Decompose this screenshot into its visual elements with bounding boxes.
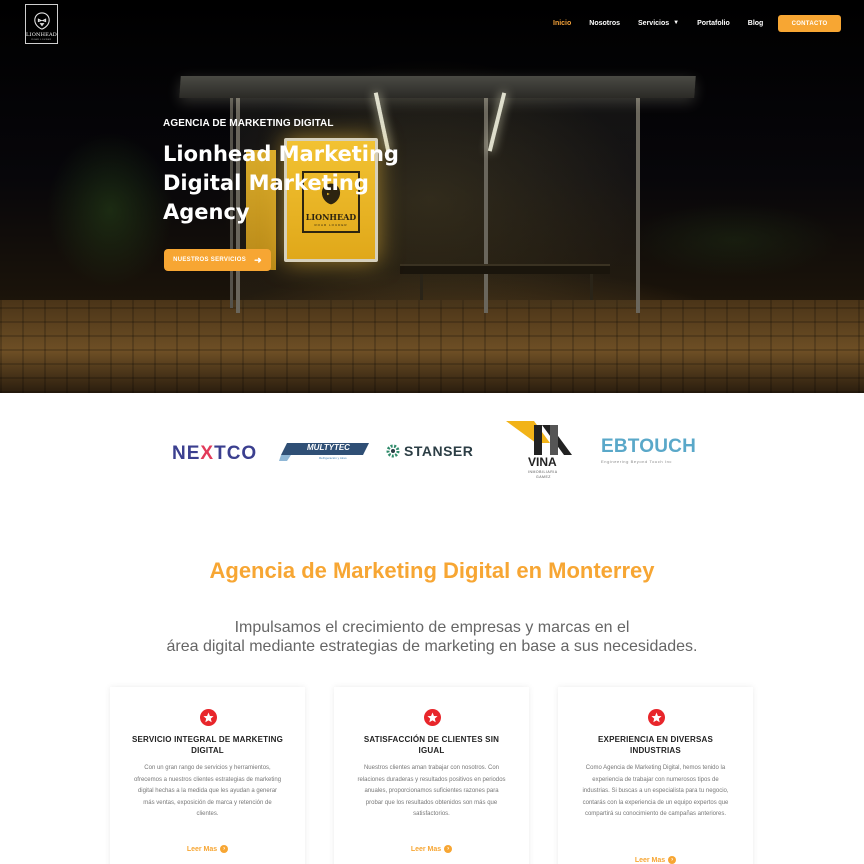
feature-card-experiencia: EXPERIENCIA EN DIVERSAS INDUSTRIAS Como … bbox=[558, 687, 753, 864]
intro-subtitle-line: área digital mediante estrategias de mar… bbox=[166, 638, 698, 655]
nav-item-label: Portafolio bbox=[697, 19, 730, 27]
ebtouch-tagline: Engineering Beyond Touch Inc bbox=[601, 459, 672, 464]
vina-text: VINA bbox=[528, 455, 557, 469]
site-logo[interactable]: LIONHEAD ROAR LOUDER bbox=[25, 4, 58, 44]
main-nav: Inicio Nosotros Servicios ▼ Portafolio Bl… bbox=[553, 17, 781, 29]
card-text: Como Agencia de Marketing Digital, hemos… bbox=[582, 765, 729, 817]
nextco-x: X bbox=[200, 443, 215, 464]
hero-kicker: AGENCIA DE MARKETING DIGITAL bbox=[163, 118, 334, 129]
read-more-label: Leer Mas bbox=[634, 856, 666, 864]
nav-item-portafolio[interactable]: Portafolio bbox=[697, 17, 730, 29]
read-more-link[interactable]: Leer Mas › bbox=[558, 856, 753, 864]
contact-button[interactable]: CONTACTO bbox=[778, 15, 841, 32]
nextco-text: TCO bbox=[214, 443, 258, 464]
card-text: Nuestros clientes aman trabajar con noso… bbox=[357, 765, 506, 817]
card-title: SATISFACCIÓN DE CLIENTES SIN IGUAL bbox=[363, 735, 500, 755]
card-text: Con un gran rango de servicios y herrami… bbox=[133, 765, 282, 817]
nav-item-inicio[interactable]: Inicio bbox=[553, 17, 571, 29]
bus-shelter-post bbox=[484, 98, 488, 313]
nav-item-label: Inicio bbox=[553, 19, 572, 27]
multytec-text: MULTYTEC bbox=[307, 443, 350, 452]
arrow-right-icon: › bbox=[220, 845, 229, 853]
hero-section: LIONHEAD ROAR LOUDER bbox=[0, 0, 864, 393]
bus-shelter-bench bbox=[400, 264, 610, 274]
hero-title: Lionhead Marketing Digital Marketing Age… bbox=[163, 142, 399, 224]
gear-icon bbox=[386, 444, 400, 458]
ebtouch-text: EBTOUCH bbox=[601, 436, 696, 457]
hero-pavement bbox=[0, 300, 864, 393]
read-more-link[interactable]: Leer Mas › bbox=[110, 845, 305, 853]
multytec-tagline: Refrigeración y Aires bbox=[319, 456, 347, 460]
intro-subtitle-line: Impulsamos el crecimiento de empresas y … bbox=[234, 619, 630, 636]
read-more-label: Leer Mas bbox=[410, 845, 442, 853]
client-logo-multytec: MULTYTEC Refrigeración y Aires bbox=[279, 441, 369, 463]
client-logo-stanser: STANSER bbox=[385, 443, 473, 459]
logo-subtext: ROAR LOUDER bbox=[31, 39, 52, 41]
nav-item-servicios[interactable]: Servicios ▼ bbox=[638, 17, 679, 29]
arrow-right-icon: › bbox=[668, 856, 677, 864]
nextco-text: NE bbox=[172, 443, 201, 464]
chevron-down-icon: ▼ bbox=[673, 20, 680, 26]
bench-leg bbox=[420, 274, 423, 300]
nav-item-blog[interactable]: Blog bbox=[748, 17, 764, 29]
feature-card-satisfaccion: SATISFACCIÓN DE CLIENTES SIN IGUAL Nuest… bbox=[334, 687, 529, 864]
arrow-right-icon: ➜ bbox=[254, 254, 262, 265]
intro-subtitle: Impulsamos el crecimiento de empresas y … bbox=[130, 618, 734, 656]
arrow-right-icon: › bbox=[444, 845, 453, 853]
star-icon bbox=[199, 709, 217, 726]
bus-shelter-post bbox=[636, 98, 640, 313]
lion-head-icon bbox=[33, 12, 50, 30]
card-title: SERVICIO INTEGRAL DE MARKETING DIGITAL bbox=[131, 735, 284, 755]
vina-sub1: INMOBILIARIA bbox=[528, 470, 558, 474]
feature-card-integral: SERVICIO INTEGRAL DE MARKETING DIGITAL C… bbox=[110, 687, 305, 864]
vina-sub2: GAMEZ bbox=[536, 475, 551, 479]
logo-text: LIONHEAD bbox=[26, 32, 57, 38]
nav-item-label: Nosotros bbox=[589, 19, 621, 27]
nav-item-nosotros[interactable]: Nosotros bbox=[589, 17, 620, 29]
nav-item-label: Blog bbox=[747, 19, 764, 27]
star-icon bbox=[423, 709, 441, 726]
services-button[interactable]: NUESTROS SERVICIOS ➜ bbox=[164, 249, 271, 271]
nav-item-label: Servicios bbox=[638, 19, 670, 27]
stanser-text: STANSER bbox=[404, 443, 474, 459]
read-more-label: Leer Mas bbox=[186, 845, 218, 853]
client-logos: NEXTCO MULTYTEC Refrigeración y Aires ST… bbox=[0, 393, 864, 503]
star-icon bbox=[647, 709, 665, 726]
services-button-label: NUESTROS SERVICIOS bbox=[173, 257, 247, 263]
client-logo-vina: VINA INMOBILIARIA GAMEZ bbox=[506, 421, 576, 485]
intro-title: Agencia de Marketing Digital en Monterre… bbox=[209, 558, 655, 583]
bench-leg bbox=[590, 274, 593, 300]
client-logo-ebtouch: EBTOUCH Engineering Beyond Touch Inc bbox=[601, 437, 696, 464]
card-title: EXPERIENCIA EN DIVERSAS INDUSTRIAS bbox=[598, 735, 713, 755]
bus-shelter-roof bbox=[179, 76, 696, 98]
client-logo-nextco: NEXTCO bbox=[172, 443, 257, 465]
read-more-link[interactable]: Leer Mas › bbox=[334, 845, 529, 853]
hero-trees-right bbox=[604, 180, 864, 290]
